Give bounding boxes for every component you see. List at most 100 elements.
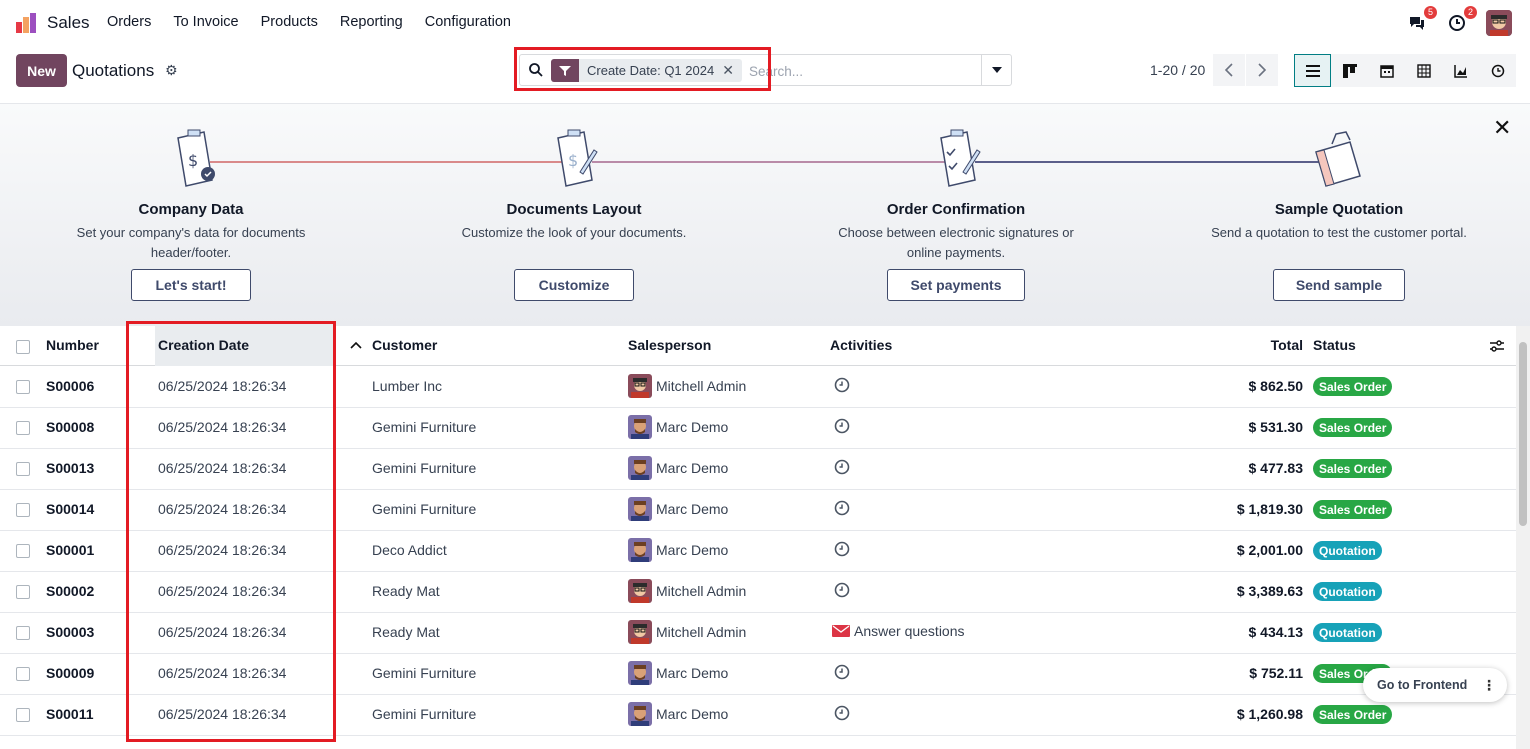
column-salesperson[interactable]: Salesperson — [628, 337, 711, 353]
chevron-right-icon — [1258, 63, 1267, 77]
activity-cell[interactable] — [834, 459, 850, 475]
order-total: $ 2,001.00 — [1236, 542, 1303, 558]
send-sample-button[interactable]: Send sample — [1273, 269, 1405, 301]
activity-cell[interactable]: Answer questions — [832, 623, 965, 639]
scrollbar-thumb[interactable] — [1519, 342, 1527, 526]
row-checkbox[interactable] — [16, 667, 30, 681]
menu-reporting[interactable]: Reporting — [340, 14, 403, 30]
activity-cell[interactable] — [834, 418, 850, 434]
menu-orders[interactable]: Orders — [107, 14, 151, 30]
search-input[interactable] — [749, 60, 979, 82]
menu-configuration[interactable]: Configuration — [425, 14, 511, 30]
salesperson-cell[interactable]: Marc Demo — [628, 661, 728, 685]
row-checkbox[interactable] — [16, 544, 30, 558]
row-checkbox[interactable] — [16, 503, 30, 517]
activity-cell[interactable] — [834, 582, 850, 598]
optional-columns-icon[interactable] — [1489, 339, 1505, 353]
menu-to-invoice[interactable]: To Invoice — [173, 14, 238, 30]
activity-view-button[interactable] — [1479, 54, 1516, 87]
avatar — [628, 620, 652, 644]
column-status[interactable]: Status — [1313, 337, 1356, 353]
graph-view-button[interactable] — [1442, 54, 1479, 87]
salesperson-name: Mitchell Admin — [656, 583, 747, 599]
new-button[interactable]: New — [16, 54, 67, 87]
row-checkbox[interactable] — [16, 421, 30, 435]
pager-next-button[interactable] — [1246, 54, 1278, 86]
status-badge: Sales Order — [1313, 418, 1393, 437]
order-total: $ 477.83 — [1248, 460, 1304, 476]
sort-ascending-icon[interactable] — [350, 341, 362, 349]
salesperson-cell[interactable]: Mitchell Admin — [628, 579, 746, 603]
column-customer[interactable]: Customer — [372, 337, 437, 353]
row-checkbox[interactable] — [16, 626, 30, 640]
salesperson-cell[interactable]: Mitchell Admin — [628, 620, 746, 644]
column-activities[interactable]: Activities — [830, 337, 892, 353]
app-name[interactable]: Sales — [47, 13, 90, 33]
salesperson-cell[interactable]: Mitchell Admin — [628, 374, 746, 398]
activity-cell[interactable] — [834, 541, 850, 557]
go-to-frontend-button[interactable]: Go to Frontend ⋮ — [1363, 668, 1507, 702]
column-total[interactable]: Total — [1271, 337, 1303, 353]
clock-icon[interactable] — [834, 459, 850, 475]
pager-value[interactable]: 1-20 / 20 — [1150, 62, 1205, 78]
clock-icon[interactable] — [834, 377, 850, 393]
salesperson-cell[interactable]: Marc Demo — [628, 702, 728, 726]
top-navbar: Sales Orders To Invoice Products Reporti… — [0, 0, 1530, 46]
clock-icon[interactable] — [834, 664, 850, 680]
salesperson-name: Marc Demo — [656, 419, 729, 435]
customer-name: Ready Mat — [372, 583, 440, 599]
activities-button[interactable]: 2 — [1446, 6, 1477, 34]
clock-icon[interactable] — [834, 541, 850, 557]
activity-cell[interactable] — [834, 664, 850, 680]
select-all-checkbox[interactable] — [16, 340, 30, 354]
clock-icon[interactable] — [834, 500, 850, 516]
row-checkbox[interactable] — [16, 585, 30, 599]
customer-name: Gemini Furniture — [372, 501, 477, 517]
row-checkbox[interactable] — [16, 708, 30, 722]
close-icon[interactable]: ✕ — [1493, 115, 1511, 141]
salesperson-cell[interactable]: Marc Demo — [628, 456, 728, 480]
pager-previous-button[interactable] — [1213, 54, 1245, 86]
search-highlight-box — [514, 47, 771, 91]
more-options-icon[interactable]: ⋮ — [1477, 673, 1501, 697]
vertical-scrollbar[interactable] — [1516, 326, 1530, 749]
status-badge: Quotation — [1313, 541, 1382, 560]
pivot-view-button[interactable] — [1405, 54, 1442, 87]
activity-cell[interactable] — [834, 705, 850, 721]
lets-start-button[interactable]: Let's start! — [131, 269, 251, 301]
set-payments-button[interactable]: Set payments — [887, 269, 1025, 301]
row-checkbox[interactable] — [16, 462, 30, 476]
chevron-left-icon — [1224, 63, 1233, 77]
customize-button[interactable]: Customize — [514, 269, 634, 301]
row-checkbox[interactable] — [16, 380, 30, 394]
clock-icon[interactable] — [834, 705, 850, 721]
progress-line — [592, 161, 947, 163]
status-badge: Sales Order — [1313, 459, 1393, 478]
column-number[interactable]: Number — [46, 337, 99, 353]
envelope-icon — [832, 625, 850, 637]
step-description: Set your company's data for documents he… — [76, 225, 306, 260]
activity-cell[interactable] — [834, 377, 850, 393]
calendar-view-button[interactable] — [1368, 54, 1405, 87]
clock-icon[interactable] — [834, 582, 850, 598]
activity-cell[interactable] — [834, 500, 850, 516]
salesperson-cell[interactable]: Marc Demo — [628, 497, 728, 521]
view-switcher — [1294, 54, 1516, 87]
salesperson-name: Marc Demo — [656, 542, 729, 558]
kanban-view-button[interactable] — [1331, 54, 1368, 87]
gear-icon[interactable]: ⚙ — [165, 62, 178, 79]
sales-app-icon[interactable] — [15, 12, 37, 34]
search-options-toggle[interactable] — [981, 55, 1011, 85]
clock-icon[interactable] — [834, 418, 850, 434]
list-view-button[interactable] — [1294, 54, 1331, 87]
avatar — [628, 497, 652, 521]
salesperson-cell[interactable]: Marc Demo — [628, 538, 728, 562]
menu-products[interactable]: Products — [261, 14, 318, 30]
salesperson-name: Marc Demo — [656, 460, 729, 476]
messages-button[interactable]: 5 — [1406, 6, 1437, 34]
user-avatar[interactable] — [1486, 10, 1512, 36]
step-title: Company Data — [138, 201, 244, 218]
activity-summary: Answer questions — [854, 623, 965, 639]
salesperson-cell[interactable]: Marc Demo — [628, 415, 728, 439]
customer-name: Gemini Furniture — [372, 460, 477, 476]
